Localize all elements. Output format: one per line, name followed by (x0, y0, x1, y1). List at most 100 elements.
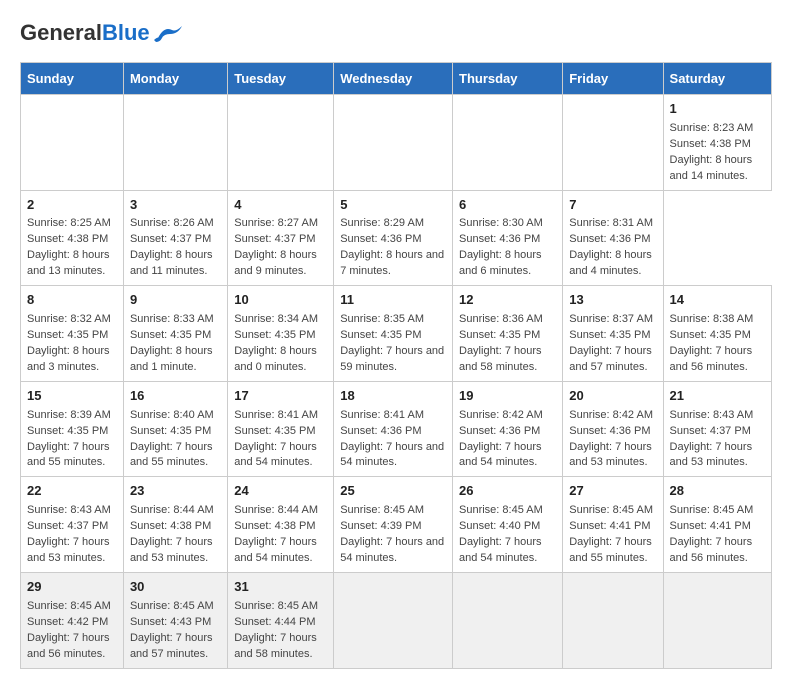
day-cell-13: 13 Sunrise: 8:37 AMSunset: 4:35 PMDaylig… (563, 286, 663, 382)
day-number: 12 (459, 291, 556, 310)
day-number: 6 (459, 196, 556, 215)
day-cell-28: 28 Sunrise: 8:45 AMSunset: 4:41 PMDaylig… (663, 477, 771, 573)
day-info: Sunrise: 8:45 AMSunset: 4:39 PMDaylight:… (340, 504, 444, 564)
empty-cell (334, 95, 453, 191)
logo-bird-icon (154, 24, 182, 42)
day-info: Sunrise: 8:41 AMSunset: 4:35 PMDaylight:… (234, 409, 318, 469)
day-cell-10: 10 Sunrise: 8:34 AMSunset: 4:35 PMDaylig… (228, 286, 334, 382)
day-cell-29: 29 Sunrise: 8:45 AMSunset: 4:42 PMDaylig… (21, 572, 124, 668)
day-number: 21 (670, 387, 765, 406)
header-wednesday: Wednesday (334, 63, 453, 95)
day-info: Sunrise: 8:41 AMSunset: 4:36 PMDaylight:… (340, 409, 444, 469)
day-info: Sunrise: 8:45 AMSunset: 4:44 PMDaylight:… (234, 600, 318, 660)
day-cell-20: 20 Sunrise: 8:42 AMSunset: 4:36 PMDaylig… (563, 381, 663, 477)
day-info: Sunrise: 8:32 AMSunset: 4:35 PMDaylight:… (27, 313, 111, 373)
day-number: 31 (234, 578, 327, 597)
day-cell-11: 11 Sunrise: 8:35 AMSunset: 4:35 PMDaylig… (334, 286, 453, 382)
day-info: Sunrise: 8:45 AMSunset: 4:43 PMDaylight:… (130, 600, 214, 660)
header-saturday: Saturday (663, 63, 771, 95)
day-info: Sunrise: 8:44 AMSunset: 4:38 PMDaylight:… (130, 504, 214, 564)
day-number: 7 (569, 196, 656, 215)
day-info: Sunrise: 8:26 AMSunset: 4:37 PMDaylight:… (130, 217, 214, 277)
calendar-table: SundayMondayTuesdayWednesdayThursdayFrid… (20, 62, 772, 669)
calendar-week-1: 1 Sunrise: 8:23 AMSunset: 4:38 PMDayligh… (21, 95, 772, 191)
empty-cell (228, 95, 334, 191)
day-number: 3 (130, 196, 221, 215)
logo-text: GeneralBlue (20, 20, 150, 46)
day-number: 20 (569, 387, 656, 406)
empty-cell (563, 95, 663, 191)
day-cell-19: 19 Sunrise: 8:42 AMSunset: 4:36 PMDaylig… (453, 381, 563, 477)
calendar-week-5: 22 Sunrise: 8:43 AMSunset: 4:37 PMDaylig… (21, 477, 772, 573)
day-info: Sunrise: 8:44 AMSunset: 4:38 PMDaylight:… (234, 504, 318, 564)
calendar-week-4: 15 Sunrise: 8:39 AMSunset: 4:35 PMDaylig… (21, 381, 772, 477)
day-cell-15: 15 Sunrise: 8:39 AMSunset: 4:35 PMDaylig… (21, 381, 124, 477)
empty-cell (453, 572, 563, 668)
day-number: 19 (459, 387, 556, 406)
day-cell-27: 27 Sunrise: 8:45 AMSunset: 4:41 PMDaylig… (563, 477, 663, 573)
day-info: Sunrise: 8:31 AMSunset: 4:36 PMDaylight:… (569, 217, 653, 277)
day-number: 11 (340, 291, 446, 310)
day-cell-16: 16 Sunrise: 8:40 AMSunset: 4:35 PMDaylig… (123, 381, 227, 477)
day-info: Sunrise: 8:43 AMSunset: 4:37 PMDaylight:… (670, 409, 754, 469)
day-number: 29 (27, 578, 117, 597)
day-cell-25: 25 Sunrise: 8:45 AMSunset: 4:39 PMDaylig… (334, 477, 453, 573)
day-number: 27 (569, 482, 656, 501)
day-info: Sunrise: 8:34 AMSunset: 4:35 PMDaylight:… (234, 313, 318, 373)
day-cell-22: 22 Sunrise: 8:43 AMSunset: 4:37 PMDaylig… (21, 477, 124, 573)
empty-cell (123, 95, 227, 191)
day-info: Sunrise: 8:23 AMSunset: 4:38 PMDaylight:… (670, 122, 754, 182)
day-cell-7: 7 Sunrise: 8:31 AMSunset: 4:36 PMDayligh… (563, 190, 663, 286)
day-info: Sunrise: 8:25 AMSunset: 4:38 PMDaylight:… (27, 217, 111, 277)
day-cell-5: 5 Sunrise: 8:29 AMSunset: 4:36 PMDayligh… (334, 190, 453, 286)
day-info: Sunrise: 8:42 AMSunset: 4:36 PMDaylight:… (459, 409, 543, 469)
empty-cell (453, 95, 563, 191)
day-info: Sunrise: 8:37 AMSunset: 4:35 PMDaylight:… (569, 313, 653, 373)
day-info: Sunrise: 8:45 AMSunset: 4:42 PMDaylight:… (27, 600, 111, 660)
day-info: Sunrise: 8:45 AMSunset: 4:41 PMDaylight:… (569, 504, 653, 564)
day-info: Sunrise: 8:45 AMSunset: 4:41 PMDaylight:… (670, 504, 754, 564)
calendar-week-2: 2 Sunrise: 8:25 AMSunset: 4:38 PMDayligh… (21, 190, 772, 286)
day-cell-30: 30 Sunrise: 8:45 AMSunset: 4:43 PMDaylig… (123, 572, 227, 668)
page-header: GeneralBlue (20, 20, 772, 46)
header-tuesday: Tuesday (228, 63, 334, 95)
logo: GeneralBlue (20, 20, 182, 46)
day-number: 15 (27, 387, 117, 406)
day-cell-4: 4 Sunrise: 8:27 AMSunset: 4:37 PMDayligh… (228, 190, 334, 286)
day-cell-3: 3 Sunrise: 8:26 AMSunset: 4:37 PMDayligh… (123, 190, 227, 286)
day-number: 18 (340, 387, 446, 406)
day-info: Sunrise: 8:33 AMSunset: 4:35 PMDaylight:… (130, 313, 214, 373)
day-cell-21: 21 Sunrise: 8:43 AMSunset: 4:37 PMDaylig… (663, 381, 771, 477)
empty-cell (663, 572, 771, 668)
calendar-week-3: 8 Sunrise: 8:32 AMSunset: 4:35 PMDayligh… (21, 286, 772, 382)
day-number: 8 (27, 291, 117, 310)
day-number: 22 (27, 482, 117, 501)
calendar-header-row: SundayMondayTuesdayWednesdayThursdayFrid… (21, 63, 772, 95)
empty-cell (334, 572, 453, 668)
header-sunday: Sunday (21, 63, 124, 95)
day-number: 5 (340, 196, 446, 215)
day-info: Sunrise: 8:30 AMSunset: 4:36 PMDaylight:… (459, 217, 543, 277)
day-number: 10 (234, 291, 327, 310)
header-monday: Monday (123, 63, 227, 95)
day-number: 4 (234, 196, 327, 215)
day-cell-17: 17 Sunrise: 8:41 AMSunset: 4:35 PMDaylig… (228, 381, 334, 477)
day-cell-1: 1 Sunrise: 8:23 AMSunset: 4:38 PMDayligh… (663, 95, 771, 191)
day-number: 16 (130, 387, 221, 406)
day-number: 26 (459, 482, 556, 501)
day-info: Sunrise: 8:43 AMSunset: 4:37 PMDaylight:… (27, 504, 111, 564)
header-friday: Friday (563, 63, 663, 95)
day-number: 24 (234, 482, 327, 501)
day-info: Sunrise: 8:36 AMSunset: 4:35 PMDaylight:… (459, 313, 543, 373)
day-cell-2: 2 Sunrise: 8:25 AMSunset: 4:38 PMDayligh… (21, 190, 124, 286)
day-cell-6: 6 Sunrise: 8:30 AMSunset: 4:36 PMDayligh… (453, 190, 563, 286)
day-number: 17 (234, 387, 327, 406)
day-number: 1 (670, 100, 765, 119)
day-cell-8: 8 Sunrise: 8:32 AMSunset: 4:35 PMDayligh… (21, 286, 124, 382)
day-cell-14: 14 Sunrise: 8:38 AMSunset: 4:35 PMDaylig… (663, 286, 771, 382)
day-cell-31: 31 Sunrise: 8:45 AMSunset: 4:44 PMDaylig… (228, 572, 334, 668)
empty-cell (21, 95, 124, 191)
day-cell-9: 9 Sunrise: 8:33 AMSunset: 4:35 PMDayligh… (123, 286, 227, 382)
header-thursday: Thursday (453, 63, 563, 95)
day-info: Sunrise: 8:45 AMSunset: 4:40 PMDaylight:… (459, 504, 543, 564)
